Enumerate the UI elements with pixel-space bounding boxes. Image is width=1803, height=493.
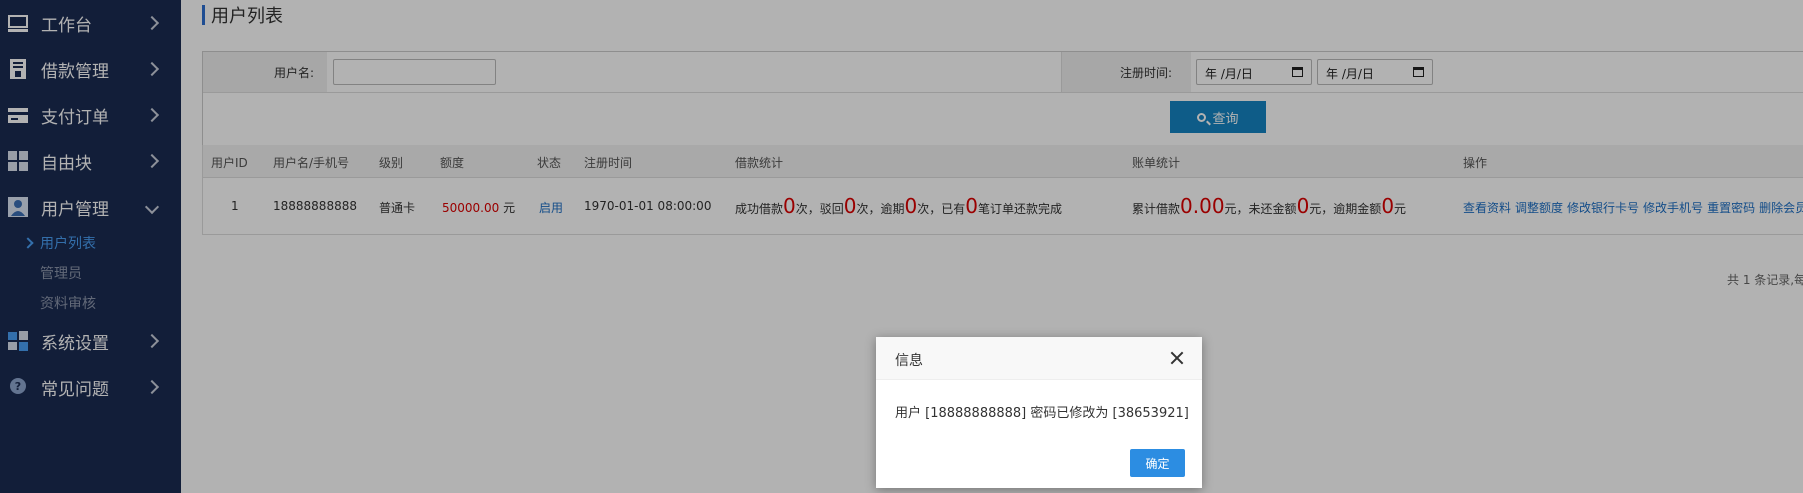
info-dialog: 信息 用户 [18888888888] 密码已修改为 [38653921] 确定 [876,337,1202,488]
dialog-title: 信息 [895,353,923,369]
close-icon[interactable] [1170,351,1184,365]
dialog-message: 用户 [18888888888] 密码已修改为 [38653921] [895,406,1189,421]
dialog-header: 信息 [876,337,1202,380]
ok-button[interactable]: 确定 [1130,449,1185,477]
